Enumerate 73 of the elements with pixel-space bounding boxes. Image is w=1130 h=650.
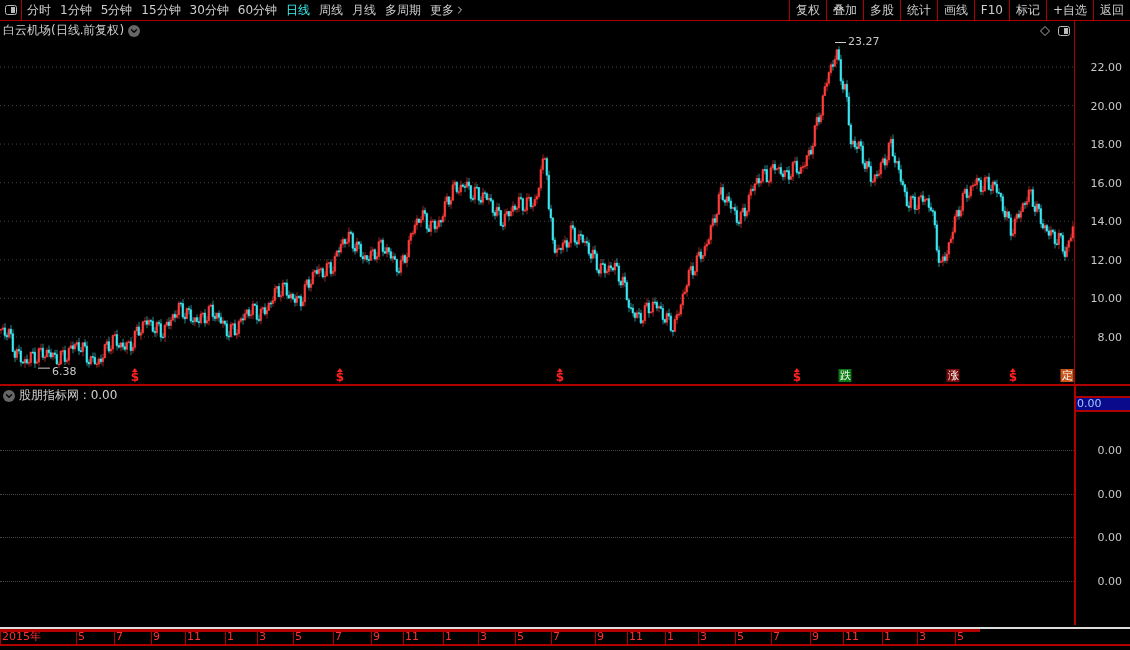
current-value-label: 0.00 — [1076, 396, 1130, 412]
time-label: 7 — [333, 629, 371, 644]
price-label: 14.00 — [1090, 214, 1122, 228]
axis-label: 0.00 — [1097, 530, 1122, 544]
period-tab[interactable]: 15分钟 — [141, 1, 181, 19]
dropdown-icon[interactable] — [128, 24, 141, 37]
time-label: 1 — [443, 629, 478, 644]
time-label: 7 — [551, 629, 595, 644]
dropdown-icon[interactable] — [3, 389, 15, 402]
time-label: 5 — [955, 629, 980, 644]
signal-tag: 定 — [1060, 369, 1074, 382]
period-tab[interactable]: 分时 — [27, 1, 51, 19]
period-tab[interactable]: 60分钟 — [237, 1, 278, 19]
period-tab[interactable]: 月线 — [352, 1, 377, 19]
time-label: 9 — [595, 629, 627, 644]
period-tab[interactable]: 更多 — [430, 1, 467, 19]
time-label: 9 — [810, 629, 843, 644]
signal-mark: $ — [335, 372, 345, 382]
panel-toggle-icon[interactable] — [1058, 26, 1070, 36]
signal-mark: $ — [1008, 372, 1018, 382]
price-label: 20.00 — [1090, 99, 1122, 113]
time-label: 1 — [225, 629, 257, 644]
period-tab[interactable]: 30分钟 — [189, 1, 229, 19]
signal-mark: $ — [130, 372, 140, 382]
time-label: 5 — [735, 629, 771, 644]
time-label: 5 — [515, 629, 551, 644]
period-tab[interactable]: 多周期 — [385, 1, 422, 19]
time-label: 3 — [478, 629, 515, 644]
time-label: 3 — [917, 629, 955, 644]
period-tab[interactable]: 日线 — [286, 1, 311, 19]
time-label: 11 — [185, 629, 225, 644]
time-label: 5 — [293, 629, 333, 644]
price-label: 12.00 — [1090, 253, 1122, 267]
signal-tag: 跌 — [838, 369, 852, 382]
time-label: 9 — [151, 629, 185, 644]
price-label: 10.00 — [1090, 291, 1122, 305]
time-label: 3 — [257, 629, 293, 644]
time-label: 9 — [371, 629, 403, 644]
time-label: 5 — [76, 629, 114, 644]
time-label: 11 — [843, 629, 882, 644]
up-arrow-icon — [557, 368, 563, 372]
axis-label: 0.00 — [1097, 487, 1122, 501]
time-label: 7 — [771, 629, 810, 644]
high-price-label: 23.27 — [848, 34, 880, 48]
indicator-title: 股朋指标网 : 0.00 — [19, 387, 118, 404]
up-arrow-icon — [337, 368, 343, 372]
time-label: 1 — [882, 629, 917, 644]
axis-label: 0.00 — [1097, 443, 1122, 457]
price-label: 22.00 — [1090, 60, 1122, 74]
diamond-icon[interactable] — [1040, 26, 1050, 36]
low-price-label: 6.38 — [52, 365, 77, 379]
chart-title: 白云机场(日线.前复权) — [3, 22, 125, 39]
up-arrow-icon — [1010, 368, 1016, 372]
period-tab[interactable]: 1分钟 — [60, 1, 92, 19]
price-label: 16.00 — [1090, 176, 1122, 190]
leader-line — [834, 42, 847, 43]
leader-line — [37, 367, 51, 369]
time-label: 3 — [698, 629, 735, 644]
signal-mark: $ — [555, 372, 565, 382]
period-tab[interactable]: 周线 — [319, 1, 344, 19]
time-label: 2015年 — [0, 629, 76, 644]
price-label: 8.00 — [1097, 330, 1122, 344]
axis-label: 0.00 — [1097, 574, 1122, 588]
signal-tag: 涨 — [946, 369, 960, 382]
up-arrow-icon — [794, 368, 800, 372]
signal-mark: $ — [792, 372, 802, 382]
up-arrow-icon — [132, 368, 138, 372]
period-tab[interactable]: 5分钟 — [100, 1, 133, 19]
time-label: 1 — [665, 629, 698, 644]
time-label: 7 — [114, 629, 151, 644]
price-label: 18.00 — [1090, 137, 1122, 151]
time-label: 11 — [627, 629, 665, 644]
time-label: 11 — [403, 629, 443, 644]
